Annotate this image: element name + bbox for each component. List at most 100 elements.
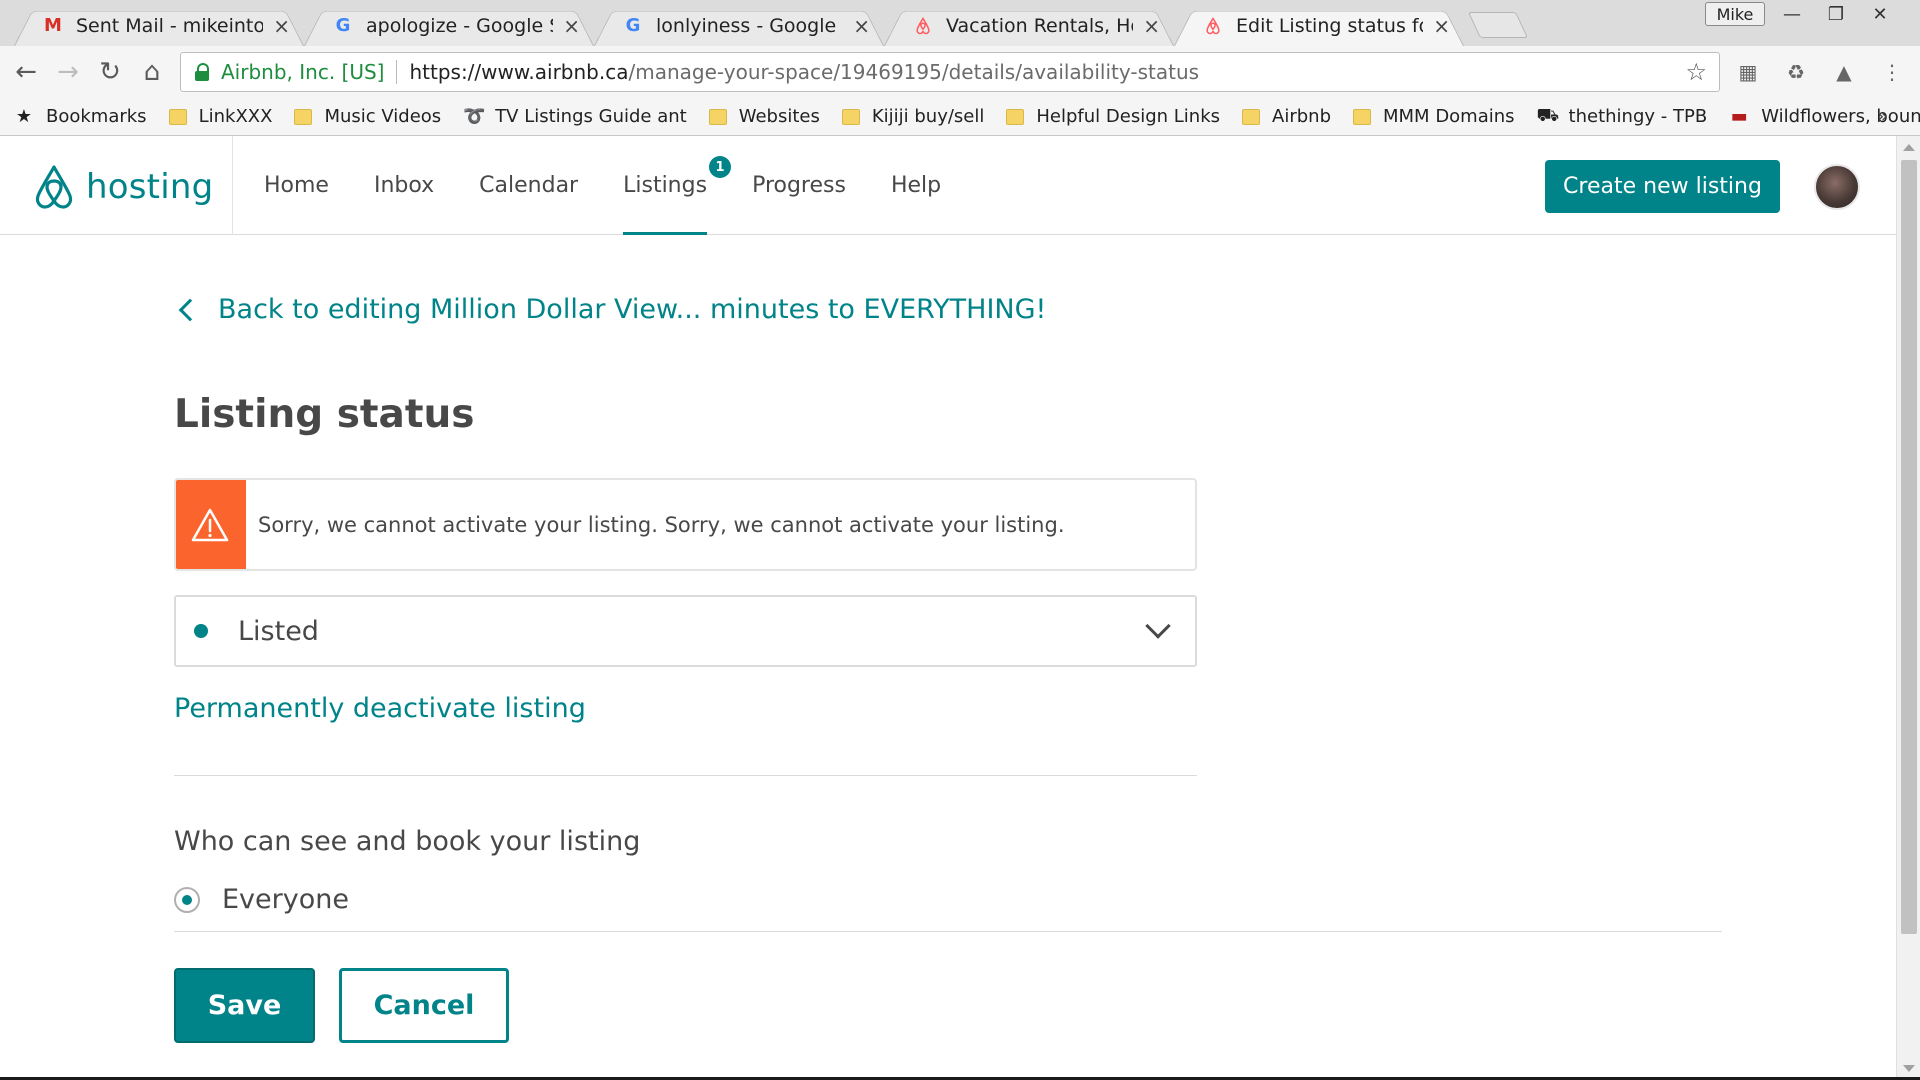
- listing-status-select[interactable]: Listed: [174, 595, 1197, 667]
- minimize-icon[interactable]: —: [1770, 2, 1814, 26]
- bookmark-label: MMM Domains: [1383, 106, 1515, 127]
- bookmark-item[interactable]: Airbnb: [1242, 106, 1331, 127]
- tab-title: Vacation Rentals, Homes: [946, 14, 1133, 37]
- close-icon[interactable]: ×: [1143, 14, 1160, 38]
- restore-icon[interactable]: ❐: [1814, 2, 1858, 26]
- browser-tab-gmail[interactable]: M Sent Mail - mikeinto@gn ×: [14, 5, 304, 46]
- folder-icon: [1242, 108, 1261, 125]
- main-nav: Home Inbox Calendar Listings 1 Progress …: [264, 136, 986, 235]
- close-icon[interactable]: ×: [853, 14, 870, 38]
- alert-message: Sorry, we cannot activate your listing. …: [258, 512, 1065, 537]
- bookmark-label: thethingy - TPB: [1568, 106, 1708, 127]
- bookmark-item[interactable]: ▬ Wildflowers, boundle: [1729, 106, 1920, 127]
- forward-arrow-icon[interactable]: →: [52, 56, 84, 88]
- close-icon[interactable]: ×: [273, 14, 290, 38]
- nav-inbox[interactable]: Inbox: [374, 136, 434, 235]
- nav-home[interactable]: Home: [264, 136, 329, 235]
- bookmark-item[interactable]: MMM Domains: [1353, 106, 1515, 127]
- airbnb-icon: [1202, 15, 1224, 37]
- url-host: https://www.airbnb.ca: [409, 60, 629, 84]
- extension-icon[interactable]: ▦: [1736, 60, 1760, 84]
- chevron-down-icon: [1145, 613, 1171, 639]
- close-icon[interactable]: ×: [1433, 14, 1450, 38]
- home-icon[interactable]: ⌂: [136, 56, 168, 88]
- bookmark-label: Bookmarks: [46, 106, 147, 127]
- google-icon: G: [625, 15, 641, 36]
- listing-status-value: Listed: [238, 615, 319, 647]
- folder-icon: [168, 108, 187, 125]
- bookmark-item[interactable]: Kijiji buy/sell: [841, 106, 985, 127]
- tab-title: apologize - Google Searc: [366, 14, 553, 37]
- bookmark-item[interactable]: Music Videos: [294, 106, 441, 127]
- bookmark-label: Airbnb: [1272, 106, 1331, 127]
- bookmark-item[interactable]: Helpful Design Links: [1006, 106, 1220, 127]
- airbnb-logo-icon: [35, 165, 73, 209]
- status-dot-icon: [194, 624, 208, 638]
- bookmark-star-icon[interactable]: ☆: [1685, 58, 1707, 86]
- wildflowers-icon: ▬: [1730, 106, 1748, 127]
- alert-icon-box: [176, 480, 246, 569]
- nav-listings-label: Listings: [623, 173, 708, 198]
- folder-icon: [294, 108, 313, 125]
- bookmark-label: Kijiji buy/sell: [871, 106, 985, 127]
- nav-calendar[interactable]: Calendar: [479, 136, 578, 235]
- bookmark-item[interactable]: Websites: [708, 106, 820, 127]
- tab-title: lonlyiness - Google Searc: [656, 14, 843, 37]
- bookmark-label: Music Videos: [324, 106, 442, 127]
- bookmark-item[interactable]: ➰ TV Listings Guide ant: [463, 106, 687, 127]
- page-scrollbar[interactable]: [1896, 136, 1920, 1080]
- lock-icon: [195, 63, 211, 81]
- bookmarks-overflow-icon[interactable]: »: [1877, 106, 1888, 127]
- profile-button[interactable]: Mike: [1705, 2, 1765, 26]
- tab-title: Sent Mail - mikeinto@gn: [76, 14, 264, 37]
- hosting-logo[interactable]: hosting: [32, 164, 213, 210]
- browser-tab-edit-listing[interactable]: Edit Listing status for 'Mi ×: [1174, 5, 1464, 46]
- bookmark-item[interactable]: ⛟ thethingy - TPB: [1537, 105, 1708, 129]
- back-arrow-icon[interactable]: ←: [10, 56, 42, 88]
- folder-icon: [1006, 108, 1025, 125]
- new-tab-button[interactable]: [1474, 12, 1522, 38]
- cancel-button[interactable]: Cancel: [339, 968, 509, 1043]
- page-title: Listing status: [174, 392, 475, 437]
- browser-tab-vacation-rentals[interactable]: Vacation Rentals, Homes ×: [884, 5, 1174, 46]
- scroll-thumb[interactable]: [1901, 160, 1917, 934]
- bookmark-item[interactable]: ★ Bookmarks: [14, 106, 147, 127]
- radio-selected-icon[interactable]: [174, 886, 200, 913]
- bookmark-label: TV Listings Guide ant: [495, 106, 687, 127]
- menu-icon[interactable]: ⋮: [1880, 60, 1904, 84]
- save-button[interactable]: Save: [174, 968, 315, 1043]
- browser-tab-lonlyiness[interactable]: G lonlyiness - Google Searc ×: [594, 5, 884, 46]
- tab-title: Edit Listing status for 'Mi: [1236, 14, 1423, 37]
- avatar[interactable]: [1814, 164, 1860, 210]
- bookmark-item[interactable]: LinkXXX: [168, 106, 272, 127]
- bookmark-label: Helpful Design Links: [1036, 106, 1221, 127]
- nav-listings[interactable]: Listings 1: [623, 136, 732, 235]
- recycle-icon[interactable]: ♻: [1784, 60, 1808, 84]
- nav-help[interactable]: Help: [891, 136, 941, 235]
- visibility-section-title: Who can see and book your listing: [174, 826, 641, 857]
- brand-name: hosting: [86, 167, 214, 207]
- error-alert: Sorry, we cannot activate your listing. …: [174, 478, 1197, 571]
- window-close-icon[interactable]: ✕: [1858, 2, 1902, 26]
- folder-icon: [1353, 108, 1371, 125]
- reload-icon[interactable]: ↻: [94, 56, 126, 88]
- browser-tab-strip: M Sent Mail - mikeinto@gn × G apologize …: [0, 0, 1920, 46]
- google-icon: G: [335, 15, 351, 36]
- visibility-option-everyone[interactable]: Everyone: [174, 884, 349, 915]
- close-icon[interactable]: ×: [563, 14, 580, 38]
- address-bar[interactable]: Airbnb, Inc. [US] https://www.airbnb.ca …: [180, 52, 1720, 92]
- bookmarks-bar: ★ Bookmarks LinkXXX Music Videos ➰ TV List…: [0, 98, 1920, 136]
- address-separator: [396, 60, 398, 84]
- nav-progress[interactable]: Progress: [752, 136, 846, 235]
- browser-tab-apologize[interactable]: G apologize - Google Searc ×: [304, 5, 594, 46]
- gmail-icon: M: [44, 15, 62, 36]
- radio-label: Everyone: [222, 884, 349, 915]
- scroll-down-icon[interactable]: [1903, 1065, 1915, 1072]
- back-to-editing-link[interactable]: Back to editing Million Dollar View... m…: [176, 294, 1046, 325]
- permanently-deactivate-link[interactable]: Permanently deactivate listing: [174, 693, 586, 724]
- create-new-listing-button[interactable]: Create new listing: [1545, 160, 1780, 213]
- section-divider: [174, 775, 1197, 776]
- scroll-up-icon[interactable]: [1903, 144, 1915, 151]
- pirate-ship-icon: ⛟: [1536, 104, 1560, 126]
- drive-icon[interactable]: ▲: [1832, 60, 1856, 84]
